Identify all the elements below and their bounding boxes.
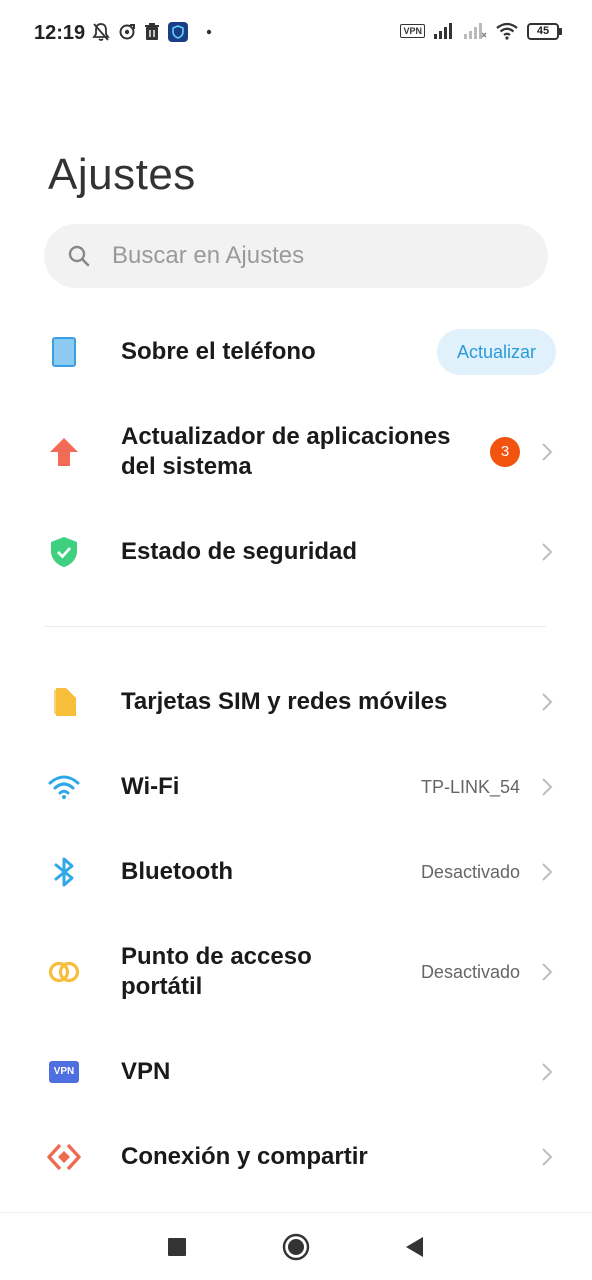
- settings-item-label: Sobre el teléfono: [121, 338, 316, 365]
- settings-item-bluetooth[interactable]: Bluetooth Desactivado: [0, 854, 592, 890]
- settings-item-system-app-updater[interactable]: Actualizador de aplicaciones del sistema…: [0, 420, 592, 484]
- battery-icon: 45: [527, 22, 562, 40]
- status-time: 12:19: [34, 22, 86, 44]
- search-bar[interactable]: Buscar en Ajustes: [44, 224, 548, 288]
- section-divider: [44, 626, 546, 627]
- signal-no-service-icon: [464, 23, 487, 39]
- phone-icon: [46, 334, 82, 370]
- signal-icon: [434, 23, 452, 39]
- page-title: Ajustes: [48, 150, 196, 199]
- home-button-icon[interactable]: [282, 1233, 310, 1261]
- settings-item-label: Punto de acceso portátil: [121, 942, 312, 1002]
- settings-item-sim-networks[interactable]: Tarjetas SIM y redes móviles: [0, 684, 592, 720]
- update-count-badge: 3: [490, 437, 520, 467]
- dot-icon: [206, 29, 212, 35]
- label-line-1: Punto de acceso: [121, 943, 312, 970]
- settings-item-label: Bluetooth: [121, 858, 233, 885]
- wifi-status-icon: [496, 22, 518, 40]
- share-connection-icon: [46, 1139, 82, 1175]
- sync-icon: [119, 24, 135, 40]
- chevron-right-icon: [542, 1063, 553, 1081]
- status-notification-icons: [92, 22, 214, 42]
- label-line-1: Actualizador de aplicaciones: [121, 423, 451, 450]
- shield-check-icon: [46, 534, 82, 570]
- chevron-right-icon: [542, 863, 553, 881]
- sim-card-icon: [46, 684, 82, 720]
- status-system-icons: VPN 45: [400, 22, 562, 40]
- chevron-right-icon: [542, 693, 553, 711]
- settings-item-label: Conexión y compartir: [121, 1143, 368, 1170]
- chevron-right-icon: [542, 543, 553, 561]
- recents-button-icon[interactable]: [167, 1237, 187, 1257]
- bluetooth-status: Desactivado: [420, 861, 520, 882]
- update-button[interactable]: Actualizar: [436, 329, 556, 375]
- vpn-icon-text: VPN: [49, 1061, 79, 1083]
- vpn-icon: VPN: [46, 1054, 82, 1090]
- back-button-icon[interactable]: [403, 1235, 425, 1259]
- settings-item-label: Actualizador de aplicaciones del sistema: [121, 422, 450, 482]
- settings-item-connection-sharing[interactable]: Conexión y compartir: [0, 1139, 592, 1175]
- settings-item-hotspot[interactable]: Punto de acceso portátil Desactivado: [0, 940, 592, 1004]
- vpn-status-icon: VPN: [400, 24, 425, 38]
- chevron-right-icon: [542, 778, 553, 796]
- search-icon: [68, 245, 90, 267]
- hotspot-icon: [46, 954, 82, 990]
- settings-item-label: Tarjetas SIM y redes móviles: [121, 688, 448, 715]
- label-line-2: portátil: [121, 973, 203, 1000]
- status-bar: 12:19 VPN 45: [0, 0, 592, 70]
- settings-item-label: Estado de seguridad: [121, 538, 358, 565]
- bell-off-icon: [92, 23, 110, 41]
- arrow-up-icon: [46, 434, 82, 470]
- wifi-network-name: TP-LINK_54: [420, 776, 520, 797]
- label-line-2: del sistema: [121, 453, 252, 480]
- wifi-icon: [46, 769, 82, 805]
- hotspot-status: Desactivado: [420, 961, 520, 982]
- settings-item-vpn[interactable]: VPN VPN: [0, 1054, 592, 1090]
- search-placeholder: Buscar en Ajustes: [112, 242, 305, 269]
- trash-icon: [145, 23, 159, 40]
- settings-item-wifi[interactable]: Wi-Fi TP-LINK_54: [0, 769, 592, 805]
- settings-item-security-status[interactable]: Estado de seguridad: [0, 534, 592, 570]
- battery-level: 45: [527, 22, 559, 40]
- chevron-right-icon: [542, 963, 553, 981]
- navigation-bar: [0, 1212, 592, 1280]
- settings-item-about-phone[interactable]: Sobre el teléfono Actualizar: [0, 326, 592, 378]
- bluetooth-icon: [46, 854, 82, 890]
- settings-item-label: Wi-Fi: [121, 773, 180, 800]
- chevron-right-icon: [542, 1148, 553, 1166]
- app-shield-icon: [168, 22, 188, 42]
- chevron-right-icon: [542, 443, 553, 461]
- settings-item-label: VPN: [121, 1058, 171, 1085]
